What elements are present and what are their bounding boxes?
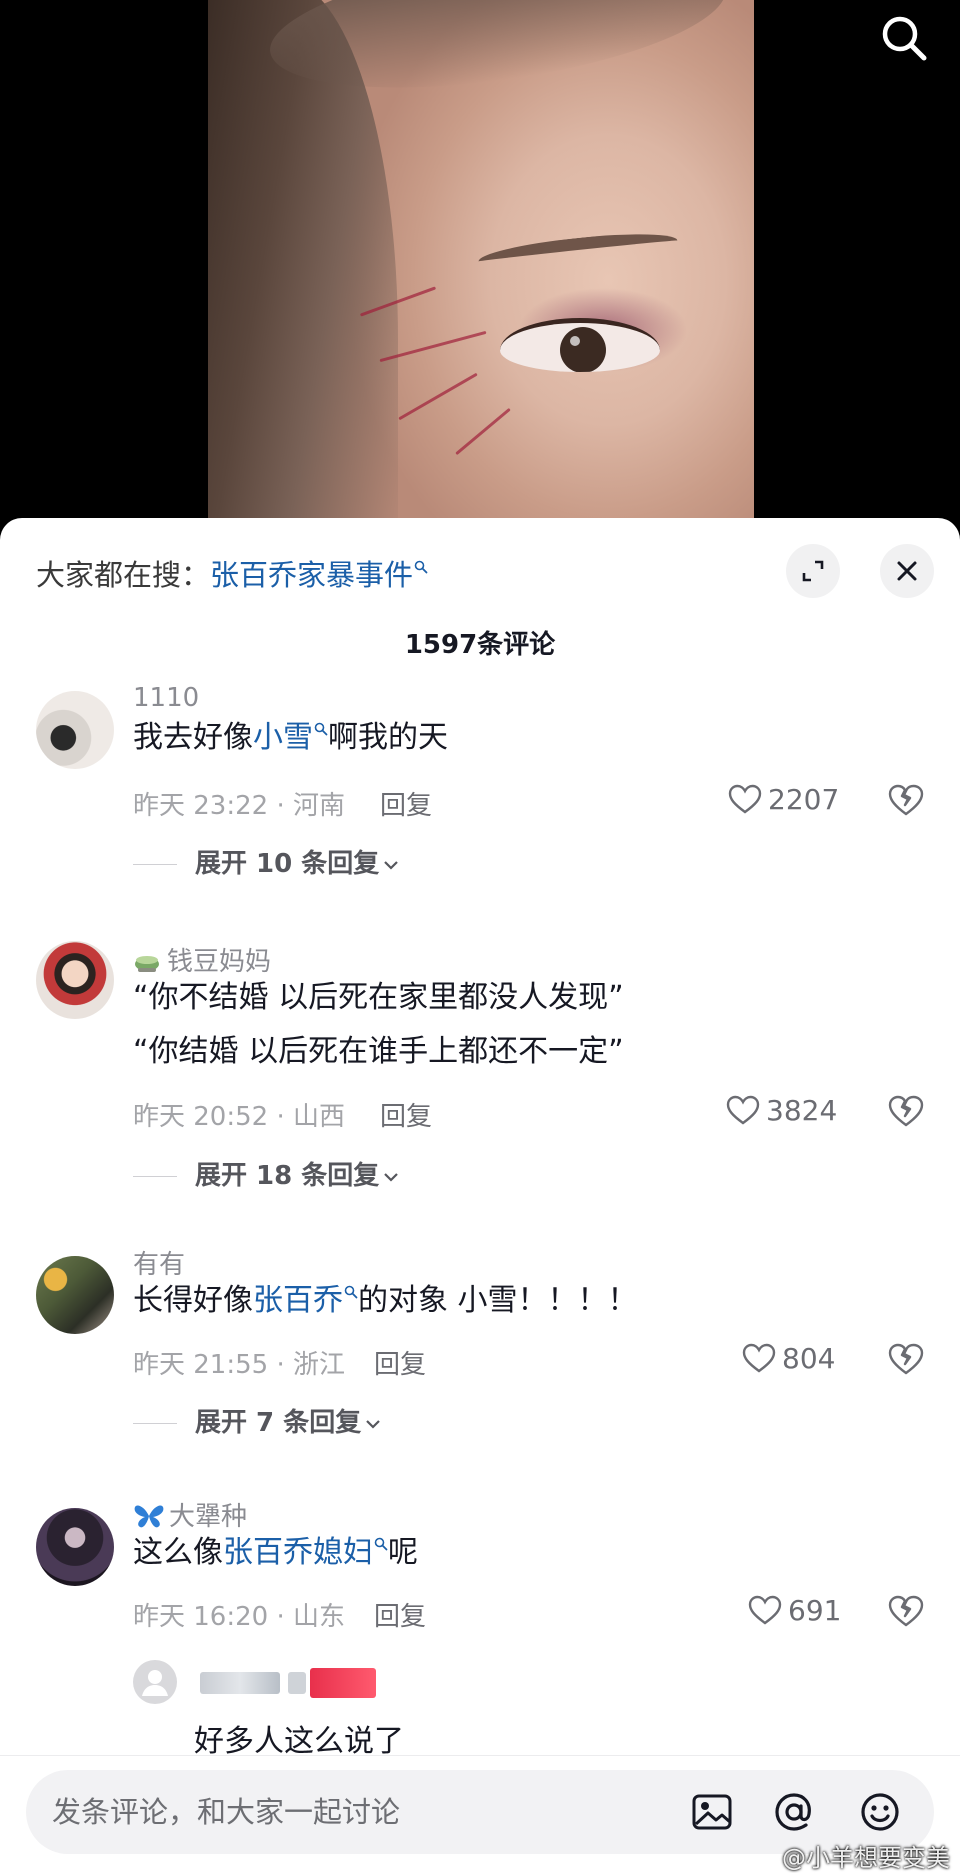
comment-text-line: “你不结婚 以后死在家里都没人发现” (133, 980, 624, 1015)
reply-button[interactable]: 回复 (380, 785, 432, 822)
like-button[interactable]: 3824 (726, 1094, 837, 1127)
comment-input[interactable] (52, 1788, 652, 1836)
reply-button[interactable]: 回复 (380, 1096, 432, 1133)
comment-text: 长得好像张百乔 的对象 小雪！！！！ (133, 1274, 638, 1328)
comment-text-part: 啊我的天 (328, 720, 448, 755)
like-button[interactable]: 2207 (728, 783, 839, 816)
expand-label: 展开 10 条回复 (195, 849, 380, 879)
expand-icon (802, 560, 824, 582)
comment-meta: 昨天 16:20 · 山东 (133, 1602, 346, 1632)
like-count: 2207 (768, 783, 840, 816)
comment-text: 这么像张百乔媳妇呢 (133, 1526, 418, 1580)
comment-location: 河南 (293, 791, 346, 821)
trending-search[interactable]: 大家都在搜：张百乔家暴事件 (36, 552, 428, 594)
heart-icon (742, 1343, 776, 1373)
heart-icon (748, 1595, 782, 1625)
user-icon (142, 1670, 168, 1696)
eye (500, 318, 660, 372)
eyebrow (477, 227, 679, 275)
scratch-mark (398, 372, 478, 421)
scratch-mark (455, 407, 511, 456)
like-button[interactable]: 804 (742, 1342, 835, 1375)
comment-keyword-link[interactable]: 小雪 (253, 720, 313, 755)
search-icon[interactable] (876, 10, 932, 66)
expand-label: 展开 18 条回复 (195, 1161, 380, 1191)
reply-username-redacted (200, 1672, 280, 1694)
image-icon[interactable] (690, 1790, 734, 1834)
comment-text-part: 的对象 小雪！！！！ (358, 1283, 638, 1318)
chevron-down-icon (384, 1173, 399, 1182)
expand-label: 展开 7 条回复 (195, 1408, 362, 1438)
comment-text-line: “你结婚 以后死在谁手上都还不一定” (133, 1034, 624, 1069)
avatar[interactable] (36, 941, 114, 1019)
expand-replies[interactable]: 展开 10 条回复 (133, 843, 399, 880)
trending-prefix: 大家都在搜： (36, 558, 211, 592)
emoji-icon[interactable] (858, 1790, 902, 1834)
comment-keyword-link[interactable]: 张百乔 (253, 1283, 343, 1318)
chevron-down-icon (384, 861, 399, 870)
heart-icon (726, 1095, 760, 1125)
reply-avatar[interactable] (133, 1660, 177, 1704)
avatar[interactable] (36, 1256, 114, 1334)
reply-text: 好多人这么说了 (194, 1724, 404, 1759)
expand-replies[interactable]: 展开 7 条回复 (133, 1402, 381, 1439)
dislike-icon[interactable] (888, 783, 924, 817)
trending-keyword[interactable]: 张百乔家暴事件 (210, 558, 413, 592)
comment-time: 昨天 20:52 (133, 1102, 269, 1132)
search-icon (374, 1537, 388, 1551)
close-button[interactable] (880, 544, 934, 598)
comment-time: 昨天 16:20 (133, 1602, 269, 1632)
dislike-icon[interactable] (888, 1094, 924, 1128)
comment-username[interactable]: 1110 (133, 683, 199, 713)
reply-button[interactable]: 回复 (374, 1596, 426, 1633)
reply-button[interactable]: 回复 (374, 1344, 426, 1381)
comment-count: 1597条评论 (404, 630, 556, 660)
comment-text-part: 长得好像 (133, 1283, 253, 1318)
heart-icon (728, 784, 762, 814)
like-count: 691 (788, 1594, 842, 1627)
sheet-header: 大家都在搜：张百乔家暴事件 (0, 518, 960, 618)
avatar[interactable] (36, 1508, 114, 1586)
comment-location: 山东 (293, 1602, 346, 1632)
at-icon[interactable] (772, 1790, 816, 1834)
comment-time: 昨天 21:55 (133, 1350, 269, 1380)
comment-keyword-link[interactable]: 张百乔媳妇 (223, 1535, 373, 1570)
comment-text-part: 呢 (388, 1535, 418, 1570)
comment-text-part: 这么像 (133, 1535, 223, 1570)
comment-text: 我去好像小雪 啊我的天 (133, 711, 448, 765)
comment-meta: 昨天 23:22 · 河南 (133, 791, 346, 821)
reply-username-redacted (288, 1672, 306, 1694)
search-icon (314, 722, 328, 736)
comment-location: 山西 (293, 1102, 346, 1132)
expand-replies[interactable]: 展开 18 条回复 (133, 1155, 399, 1192)
chevron-down-icon (366, 1420, 380, 1429)
like-button[interactable]: 691 (748, 1594, 841, 1627)
like-count: 804 (782, 1342, 836, 1375)
video-player[interactable] (0, 0, 960, 540)
search-icon (414, 561, 428, 574)
video-frame (208, 0, 754, 540)
like-count: 3824 (766, 1094, 838, 1127)
comment-sheet: 大家都在搜：张百乔家暴事件 1597条评论 1110 我去好像小雪 啊我的天 昨天… (0, 518, 960, 1873)
search-icon (344, 1285, 358, 1299)
comment-text-part: 我去好像 (133, 720, 253, 755)
comment-time: 昨天 23:22 (133, 791, 269, 821)
dislike-icon[interactable] (888, 1342, 924, 1376)
close-icon (897, 561, 917, 581)
dislike-icon[interactable] (888, 1594, 924, 1628)
avatar[interactable] (36, 691, 114, 769)
comment-meta: 昨天 21:55 · 浙江 (133, 1350, 346, 1380)
comment-location: 浙江 (293, 1350, 346, 1380)
watermark: @小羊想要变美 (782, 1844, 950, 1872)
reply-badge-redacted (310, 1668, 376, 1698)
comment-meta: 昨天 20:52 · 山西 (133, 1102, 346, 1132)
expand-button[interactable] (786, 544, 840, 598)
